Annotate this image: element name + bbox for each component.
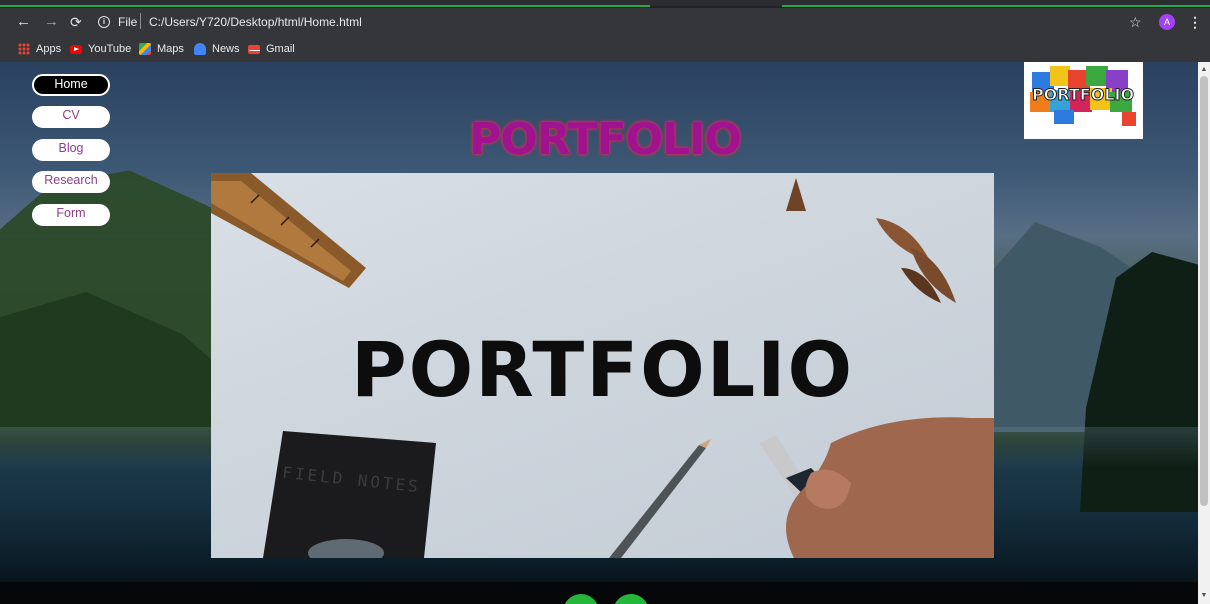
pencil-shavings-graphic: [786, 178, 956, 303]
bookmark-label: Gmail: [266, 43, 295, 55]
bookmark-youtube[interactable]: YouTube: [70, 41, 131, 57]
back-arrow-icon[interactable]: ←: [16, 12, 31, 32]
browser-toolbar: ← → ⟳ i File C:/Users/Y720/Desktop/html/…: [0, 8, 1210, 36]
address-scheme: File: [118, 15, 138, 29]
load-progress-left: [0, 5, 650, 7]
scroll-thumb[interactable]: [1200, 76, 1208, 506]
bookmark-gmail[interactable]: Gmail: [248, 41, 295, 57]
apps-grid-icon: [18, 43, 30, 55]
page-viewport: Home CV Blog Research Form PORTFOLIO POR…: [0, 62, 1198, 604]
bookmark-label: Apps: [36, 43, 62, 55]
tab-strip: [0, 0, 1210, 7]
logo-text: PORTFOLIO: [1032, 85, 1134, 104]
page-scrollbar[interactable]: ▲ ▼: [1198, 62, 1210, 604]
nav-home-button[interactable]: Home: [32, 74, 110, 96]
nav-form-button[interactable]: Form: [32, 204, 110, 226]
bookmark-news[interactable]: News: [194, 41, 240, 57]
menu-kebab-icon[interactable]: ⋮: [1188, 12, 1202, 32]
hero-image: FIELD NOTES PORTFOLIO: [211, 173, 994, 558]
bookmarks-bar: Apps YouTube Maps News Gmail: [0, 36, 1210, 63]
star-icon[interactable]: ☆: [1129, 12, 1142, 32]
pencil-graphic: [609, 439, 711, 558]
info-icon[interactable]: i: [98, 16, 110, 28]
bookmark-maps[interactable]: Maps: [139, 41, 184, 57]
notebook-graphic: FIELD NOTES: [263, 431, 436, 558]
address-separator: [140, 13, 141, 29]
bookmark-label: News: [212, 43, 240, 55]
profile-avatar[interactable]: A: [1159, 14, 1175, 30]
maps-icon: [139, 43, 151, 55]
forward-arrow-icon[interactable]: →: [44, 12, 59, 32]
hand-knife-graphic: [759, 417, 994, 558]
nav-cv-button[interactable]: CV: [32, 106, 110, 128]
scroll-up-arrow-icon[interactable]: ▲: [1198, 64, 1210, 76]
address-bar[interactable]: C:/Users/Y720/Desktop/html/Home.html: [149, 15, 362, 29]
portfolio-logo[interactable]: PORTFOLIO: [1024, 62, 1143, 139]
nav-blog-button[interactable]: Blog: [32, 139, 110, 161]
reload-icon[interactable]: ⟳: [70, 12, 82, 32]
footer-bar: [0, 582, 1198, 604]
youtube-icon: [70, 44, 82, 54]
news-icon: [194, 43, 206, 55]
load-progress-right: [782, 5, 1210, 7]
bookmark-label: Maps: [157, 43, 184, 55]
ruler-graphic: [211, 173, 366, 288]
bookmark-label: YouTube: [88, 43, 132, 55]
hero-text: PORTFOLIO: [350, 325, 855, 414]
nav-research-button[interactable]: Research: [32, 171, 110, 193]
page-title: PORTFOLIO: [469, 114, 742, 165]
gmail-icon: [248, 44, 260, 54]
scroll-down-arrow-icon[interactable]: ▼: [1198, 590, 1210, 602]
bookmark-apps[interactable]: Apps: [18, 41, 61, 57]
puzzle-logo-graphic: PORTFOLIO: [1030, 66, 1136, 126]
